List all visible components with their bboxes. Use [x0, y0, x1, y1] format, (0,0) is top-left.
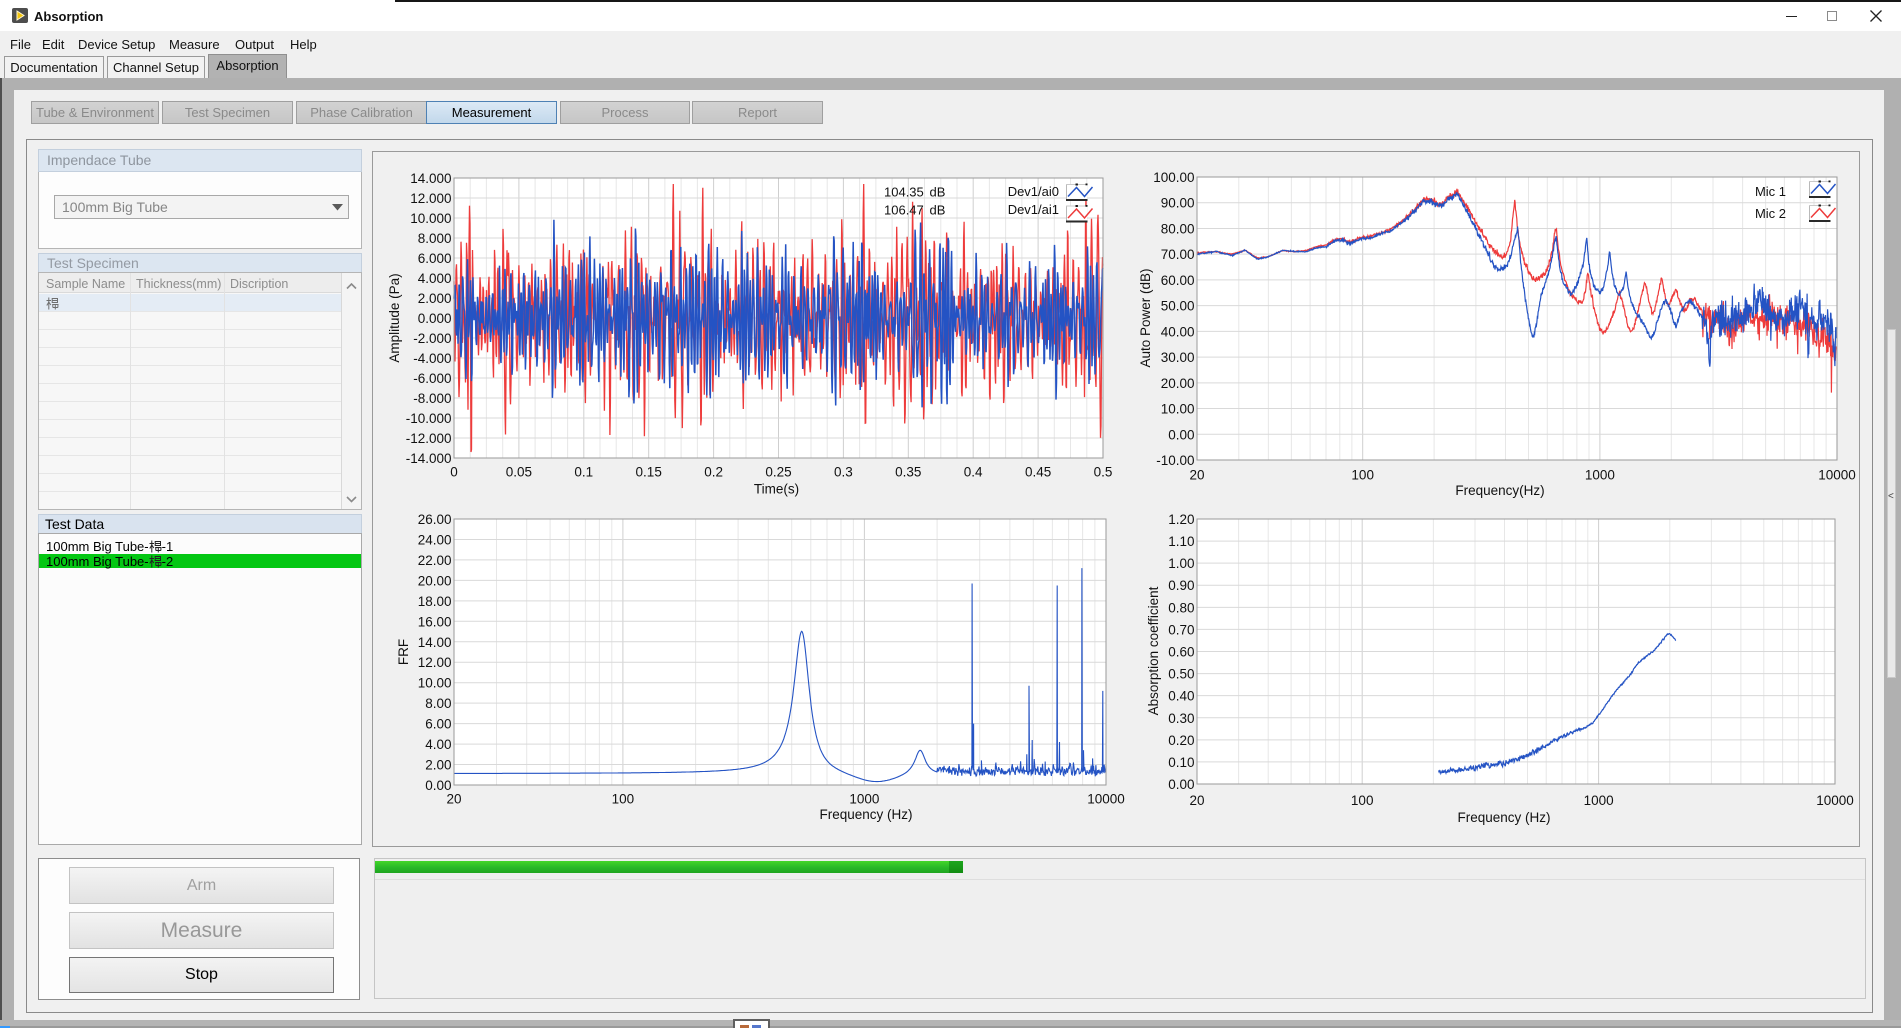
svg-text:14.00: 14.00 — [418, 635, 452, 650]
svg-text:0.000: 0.000 — [418, 311, 452, 326]
svg-text:Frequency (Hz): Frequency (Hz) — [1457, 810, 1550, 825]
svg-text:20.00: 20.00 — [418, 573, 452, 588]
svg-text:Amplitude (Pa): Amplitude (Pa) — [387, 273, 402, 362]
svg-text:0: 0 — [450, 465, 458, 480]
svg-text:Absorption coefficient: Absorption coefficient — [1146, 586, 1161, 715]
svg-text:dB: dB — [930, 185, 946, 200]
svg-text:1.00: 1.00 — [1168, 556, 1194, 571]
svg-text:100: 100 — [1351, 793, 1374, 808]
svg-text:0.70: 0.70 — [1168, 622, 1194, 637]
svg-text:24.00: 24.00 — [418, 533, 452, 548]
svg-text:106.47: 106.47 — [884, 203, 924, 218]
svg-text:0.00: 0.00 — [1168, 427, 1194, 442]
svg-text:0.60: 0.60 — [1168, 645, 1194, 660]
svg-text:0.50: 0.50 — [1168, 667, 1194, 682]
svg-text:1000: 1000 — [1585, 468, 1615, 483]
svg-text:0.4: 0.4 — [964, 465, 983, 480]
svg-text:Auto Power (dB): Auto Power (dB) — [1138, 268, 1153, 367]
svg-text:50.00: 50.00 — [1161, 299, 1195, 314]
svg-text:-4.000: -4.000 — [413, 351, 451, 366]
svg-text:2.00: 2.00 — [425, 758, 451, 773]
svg-text:-6.000: -6.000 — [413, 371, 451, 386]
svg-text:0.80: 0.80 — [1168, 600, 1194, 615]
svg-text:60.00: 60.00 — [1161, 273, 1195, 288]
svg-text:12.00: 12.00 — [418, 655, 452, 670]
svg-text:0.3: 0.3 — [834, 465, 853, 480]
svg-text:0.05: 0.05 — [506, 465, 532, 480]
svg-text:104.35: 104.35 — [884, 185, 924, 200]
svg-text:0.5: 0.5 — [1094, 465, 1113, 480]
svg-text:Mic 2: Mic 2 — [1755, 206, 1786, 221]
svg-text:-10.00: -10.00 — [1156, 453, 1194, 468]
svg-text:20: 20 — [1189, 468, 1204, 483]
svg-text:0.15: 0.15 — [636, 465, 662, 480]
svg-text:1000: 1000 — [849, 792, 879, 807]
svg-text:10000: 10000 — [1816, 793, 1854, 808]
svg-text:14.000: 14.000 — [410, 171, 451, 186]
svg-text:Time(s): Time(s) — [754, 482, 799, 497]
svg-text:100.00: 100.00 — [1153, 170, 1194, 185]
svg-text:FRF: FRF — [396, 639, 411, 665]
svg-text:0.30: 0.30 — [1168, 711, 1194, 726]
svg-text:-12.000: -12.000 — [406, 431, 452, 446]
svg-text:4.00: 4.00 — [425, 737, 451, 752]
svg-text:10.000: 10.000 — [410, 211, 451, 226]
svg-text:Mic 1: Mic 1 — [1755, 184, 1786, 199]
svg-text:0.25: 0.25 — [765, 465, 791, 480]
svg-text:1000: 1000 — [1584, 793, 1614, 808]
svg-text:10000: 10000 — [1818, 468, 1856, 483]
svg-text:8.000: 8.000 — [418, 231, 452, 246]
svg-text:0.35: 0.35 — [895, 465, 921, 480]
svg-text:90.00: 90.00 — [1161, 196, 1195, 211]
svg-text:6.000: 6.000 — [418, 251, 452, 266]
svg-text:8.00: 8.00 — [425, 696, 451, 711]
svg-text:100: 100 — [612, 792, 635, 807]
svg-text:-8.000: -8.000 — [413, 391, 451, 406]
svg-text:-10.000: -10.000 — [406, 411, 452, 426]
svg-text:0.20: 0.20 — [1168, 733, 1194, 748]
svg-text:Frequency(Hz): Frequency(Hz) — [1455, 483, 1544, 498]
svg-text:0.40: 0.40 — [1168, 689, 1194, 704]
svg-text:4.000: 4.000 — [418, 271, 452, 286]
svg-text:20: 20 — [446, 792, 461, 807]
svg-text:1.10: 1.10 — [1168, 534, 1194, 549]
svg-text:10.00: 10.00 — [1161, 402, 1195, 417]
svg-text:-14.000: -14.000 — [406, 451, 452, 466]
svg-text:1.20: 1.20 — [1168, 512, 1194, 527]
svg-text:20: 20 — [1189, 793, 1204, 808]
svg-text:0.2: 0.2 — [704, 465, 723, 480]
svg-text:18.00: 18.00 — [418, 594, 452, 609]
svg-text:0.00: 0.00 — [1168, 777, 1194, 792]
svg-text:0.1: 0.1 — [574, 465, 593, 480]
svg-text:-2.000: -2.000 — [413, 331, 451, 346]
svg-text:100: 100 — [1351, 468, 1374, 483]
svg-text:10.00: 10.00 — [418, 676, 452, 691]
svg-text:22.00: 22.00 — [418, 553, 452, 568]
svg-text:70.00: 70.00 — [1161, 247, 1195, 262]
svg-text:dB: dB — [930, 203, 946, 218]
svg-text:0.10: 0.10 — [1168, 755, 1194, 770]
svg-text:6.00: 6.00 — [425, 717, 451, 732]
svg-text:0.45: 0.45 — [1025, 465, 1051, 480]
svg-text:0.90: 0.90 — [1168, 578, 1194, 593]
svg-text:40.00: 40.00 — [1161, 324, 1195, 339]
svg-text:Dev1/ai0: Dev1/ai0 — [1008, 184, 1059, 199]
svg-text:26.00: 26.00 — [418, 512, 452, 527]
svg-text:16.00: 16.00 — [418, 614, 452, 629]
svg-text:2.000: 2.000 — [418, 291, 452, 306]
svg-text:20.00: 20.00 — [1161, 376, 1195, 391]
svg-text:30.00: 30.00 — [1161, 350, 1195, 365]
svg-text:12.000: 12.000 — [410, 191, 451, 206]
svg-text:Dev1/ai1: Dev1/ai1 — [1008, 202, 1059, 217]
svg-text:10000: 10000 — [1087, 792, 1125, 807]
svg-text:80.00: 80.00 — [1161, 222, 1195, 237]
svg-text:Frequency (Hz): Frequency (Hz) — [819, 807, 912, 822]
